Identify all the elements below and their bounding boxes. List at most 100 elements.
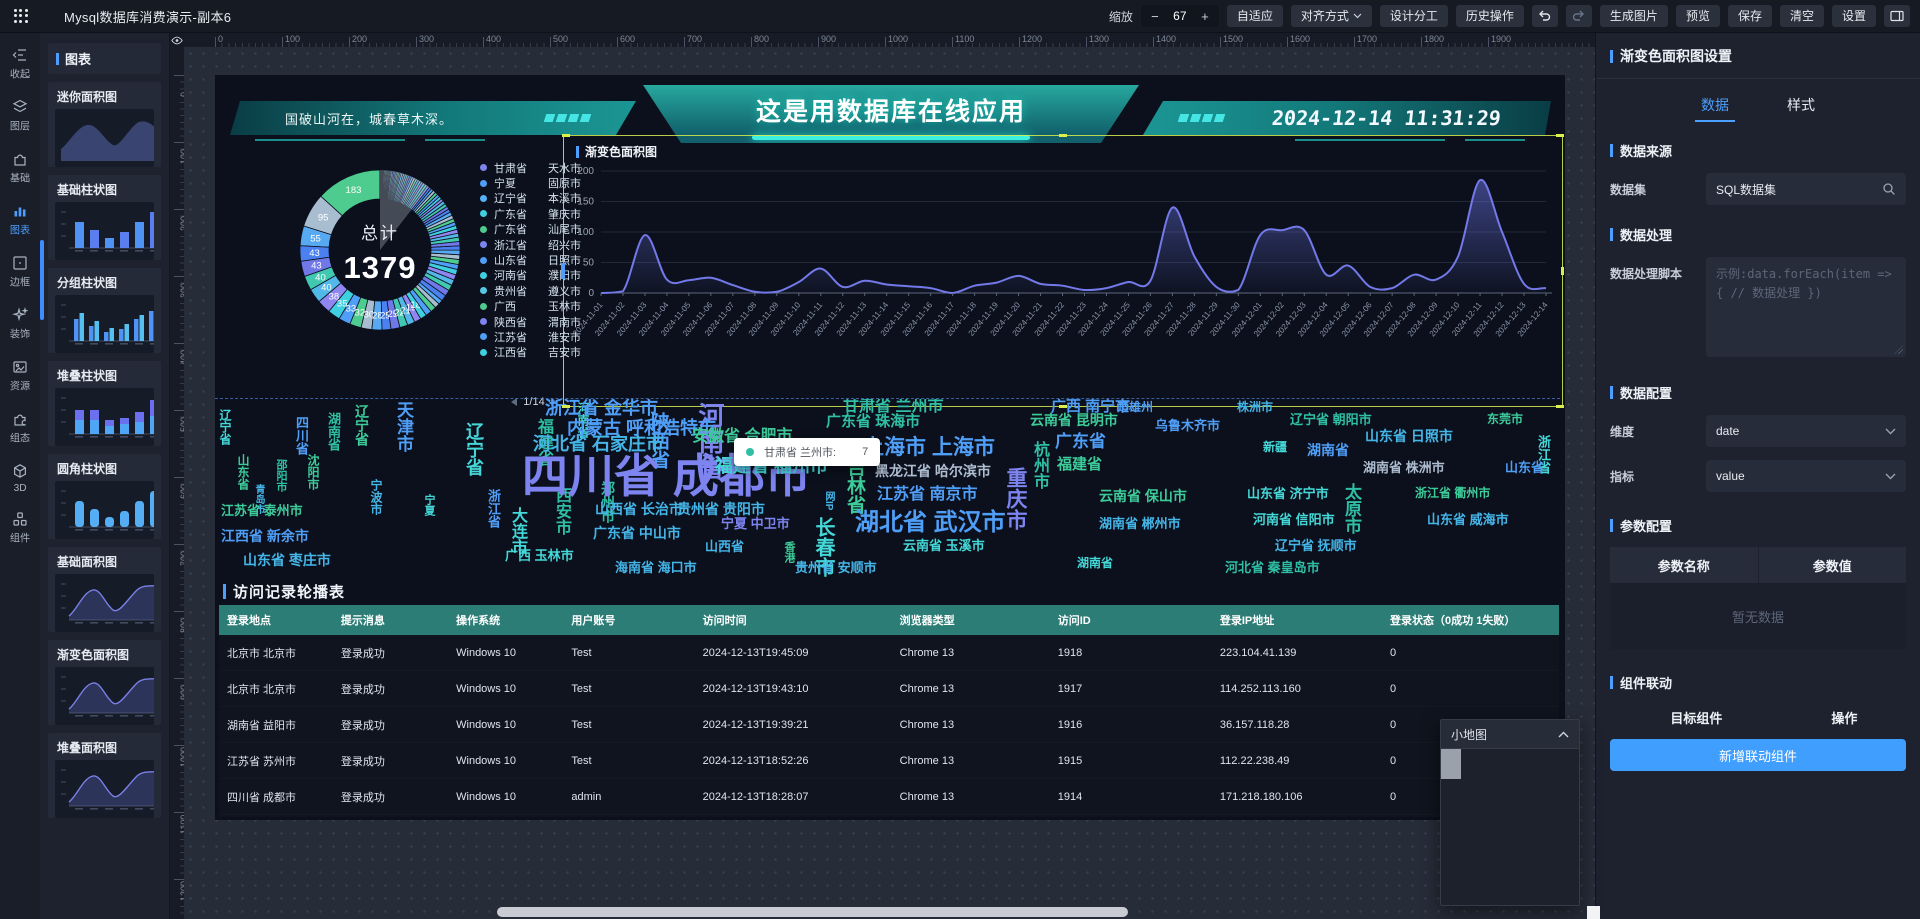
chart-card-area[interactable]: 渐变色面积图 [48,640,161,725]
preview-button[interactable]: 预览 [1676,5,1720,27]
wordcloud-word: 辽宁省 [465,422,483,476]
chart-card-area[interactable]: 基础面积图 [48,547,161,632]
wordcloud-widget[interactable]: 辽宁省山东省青岛市四川省邵阳市沈阳市湖南省辽宁省天津市宁波市江苏省 泰州市江西省… [215,398,1560,583]
resize-handle[interactable] [1059,405,1067,408]
records-table-widget[interactable]: 登录地点提示消息操作系统用户账号访问时间浏览器类型访问ID登录IP地址登录状态（… [219,605,1559,817]
legend-dot [480,318,487,325]
undo-button[interactable] [1532,5,1558,27]
metric-select[interactable]: value [1706,460,1906,492]
zoom-out-button[interactable]: − [1145,9,1165,24]
chart-card-area[interactable]: 堆叠面积图 [48,733,161,818]
params-empty-state: 暂无数据 [1610,583,1906,649]
toggle-panel-button[interactable] [1884,5,1910,27]
tab-style[interactable]: 样式 [1785,89,1817,121]
resize-handle[interactable] [1556,405,1564,408]
chart-card-bar[interactable]: 基础柱状图 [48,175,161,260]
wordcloud-word: 宁夏 [423,494,434,516]
svg-text:55: 55 [310,233,321,244]
table-cell: Chrome 13 [892,755,1050,767]
target-component-header: 目标组件 [1610,708,1783,727]
table-cell: Chrome 13 [892,683,1050,695]
resize-handle[interactable] [562,134,570,137]
chart-card-bar-stack[interactable]: 堆叠柱状图 [48,361,161,446]
table-row: 湖南省 益阳市登录成功Windows 10Test2024-12-13T19:3… [219,707,1559,743]
chevron-down-icon [1885,473,1896,480]
table-cell: 登录成功 [333,645,448,661]
dashboard-artboard[interactable]: 国破山河在，城春草木深。 这是用数据库在线应用 2024-12-14 11:31… [215,75,1565,820]
chart-card-area-mini[interactable]: 迷你面积图 [48,82,161,167]
param-value-header: 参数值 [1759,547,1907,583]
sidebar-item-components[interactable]: 组件 [0,507,40,550]
linkage-header: 目标组件 操作 [1610,708,1906,727]
sidebar-item-layers[interactable]: 图层 [0,95,40,138]
chart-card-bar-round[interactable]: 圆角柱状图 [48,454,161,539]
dataset-select[interactable]: SQL数据集 [1706,173,1906,205]
table-cell: 1914 [1050,791,1212,803]
sidebar-item-config[interactable]: 组态 [0,407,40,450]
wordcloud-word: 天津市 [395,401,412,452]
save-button[interactable]: 保存 [1728,5,1772,27]
minimap-viewport[interactable] [1441,749,1461,779]
border-icon [12,255,28,271]
zoom-value[interactable]: 67 [1165,9,1195,23]
config-icon [12,411,28,427]
add-linkage-button[interactable]: 新增联动组件 [1610,739,1906,771]
horizontal-scrollbar-thumb[interactable] [497,907,1128,917]
table-cell: 223.104.41.139 [1212,647,1382,659]
basic-icon [12,151,28,167]
collapse-minimap-button[interactable] [1558,725,1569,743]
history-button[interactable]: 历史操作 [1456,5,1524,27]
section-data-source: 数据来源 [1610,141,1906,160]
table-cell: 1915 [1050,755,1212,767]
undo-icon [1537,9,1552,23]
sidebar-item-charts[interactable]: 图表 [0,199,40,242]
chart-card-label: 堆叠柱状图 [48,361,161,388]
script-textarea[interactable]: 示例:data.forEach(item => { // 数据处理 }) [1706,257,1906,357]
generate-image-button[interactable]: 生成图片 [1600,5,1668,27]
clear-button[interactable]: 清空 [1780,5,1824,27]
resize-handle[interactable] [1556,134,1564,137]
wordcloud-word: 山东省 威海市 [1427,513,1509,526]
wordcloud-word: 江苏省 泰州市 [221,504,303,517]
table-header-cell: 登录IP地址 [1212,612,1382,628]
resize-handle[interactable] [1561,267,1564,275]
minimap-header[interactable]: 小地图 [1441,720,1579,749]
table-cell: 2024-12-13T19:39:21 [695,719,892,731]
gradient-area-chart-widget[interactable]: 渐变色面积图 0501001502002024-11-012024-11-022… [563,135,1563,407]
resize-handle[interactable] [1059,134,1067,137]
sidebar-item-decorate[interactable]: 装饰 [0,303,40,346]
banner-left-widget[interactable]: 国破山河在，城春草木深。 [230,101,636,135]
banner-underline-dash [425,139,485,141]
resize-handle[interactable] [561,263,565,279]
table-cell: Windows 10 [448,755,563,767]
sidebar-item-collapse[interactable]: 收起 [0,43,40,86]
tab-data[interactable]: 数据 [1699,89,1731,121]
sidebar-item-3d[interactable]: 3D [0,459,40,498]
panel-scrollbar-thumb[interactable] [40,240,44,320]
align-button[interactable]: 对齐方式 [1291,5,1372,27]
ruler-vertical[interactable]: 0100200300400500600700800900100011001200 [170,47,184,919]
script-label: 数据处理脚本 [1610,257,1706,282]
banner-underline-dash [255,139,405,141]
design-division-button[interactable]: 设计分工 [1380,5,1448,27]
zoom-in-button[interactable]: + [1195,9,1215,24]
wordcloud-word: 沈阳市 [307,454,319,490]
wordcloud-word: 湖南省 [1307,443,1349,457]
ruler-horizontal[interactable]: 0100200300400500600700800900100011001200… [184,33,1595,47]
sidebar-item-border[interactable]: 边框 [0,251,40,294]
settings-button[interactable]: 设置 [1832,5,1876,27]
dimension-select[interactable]: date [1706,415,1906,447]
redo-button[interactable] [1566,5,1592,27]
resize-handle[interactable] [562,405,570,408]
chart-card-bar-group[interactable]: 分组柱状图 [48,268,161,353]
app-menu-icon[interactable] [14,9,28,23]
table-cell: 北京市 北京市 [219,681,333,697]
ruler-corner[interactable] [170,33,184,47]
dimension-label: 维度 [1610,423,1706,440]
sidebar-item-resource[interactable]: 资源 [0,355,40,398]
sidebar-item-basic[interactable]: 基础 [0,147,40,190]
wordcloud-word: 山东省 日照市 [1365,429,1453,443]
banner-right-widget[interactable]: 2024-12-14 11:31:29 [1143,101,1551,135]
fit-button[interactable]: 自适应 [1227,5,1283,27]
wordcloud-word: 山西省 长治市 [595,502,683,516]
